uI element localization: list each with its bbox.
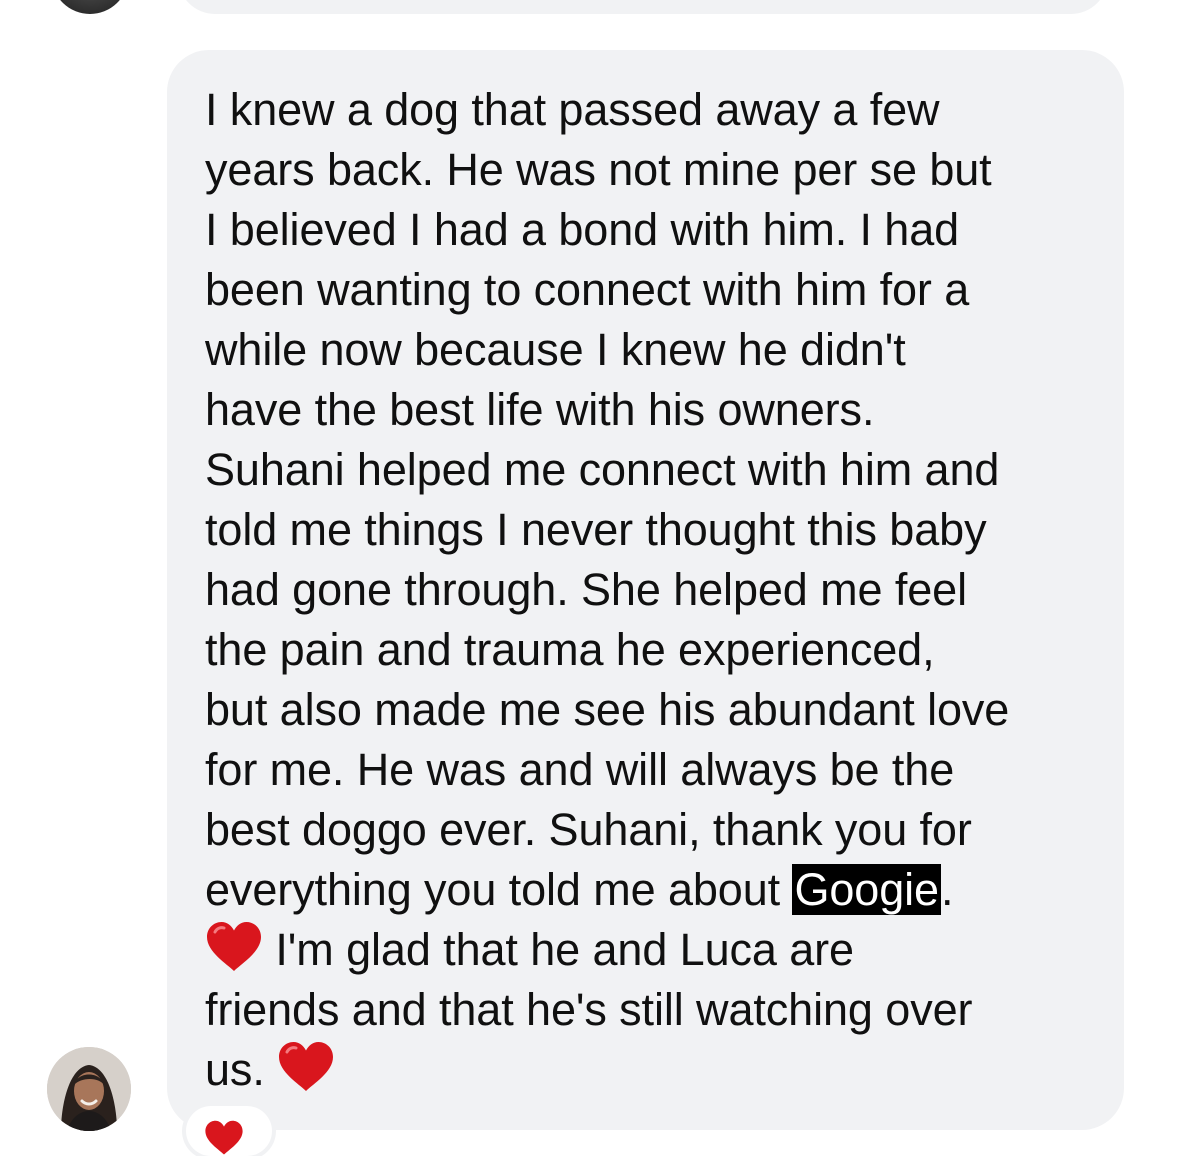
message-line: told me things I never thought this baby (205, 504, 987, 555)
message-line: everything you told me about Googie. (205, 860, 1105, 920)
message-line: while now because I knew he didn't (205, 324, 906, 375)
heart-icon (277, 1041, 335, 1093)
message-line: I believed I had a bond with him. I had (205, 204, 960, 255)
message-line: I'm glad that he and Luca are (205, 920, 1105, 980)
message-line: been wanting to connect with him for a (205, 264, 970, 315)
message-line: but also made me see his abundant love (205, 684, 1010, 735)
message-bubble[interactable]: I knew a dog that passed away a few year… (167, 50, 1124, 1130)
previous-message-bubble[interactable] (178, 0, 1108, 14)
message-fragment: everything you told me about (205, 864, 793, 915)
message-fragment: . (940, 864, 954, 915)
heart-icon (205, 921, 263, 973)
previous-sender-avatar[interactable] (52, 0, 128, 14)
message-line: friends and that he's still watching ove… (205, 984, 973, 1035)
message-line: years back. He was not mine per se but (205, 144, 992, 195)
reaction-badge[interactable] (186, 1106, 272, 1156)
message-line: the pain and trauma he experienced, (205, 624, 935, 675)
message-fragment: us. (205, 1044, 278, 1095)
message-line: had gone through. She helped me feel (205, 564, 967, 615)
message-line: I knew a dog that passed away a few (205, 84, 940, 135)
message-line: have the best life with his owners. (205, 384, 875, 435)
message-line: for me. He was and will always be the (205, 744, 955, 795)
message-line: Suhani helped me connect with him and (205, 444, 1000, 495)
sender-avatar[interactable] (47, 1047, 131, 1131)
message-line: us. (205, 1040, 1105, 1100)
message-line: best doggo ever. Suhani, thank you for (205, 804, 972, 855)
heart-reaction-icon (205, 1120, 243, 1155)
message-fragment: I'm glad that he and Luca are (263, 924, 854, 975)
avatar-photo (47, 1047, 131, 1131)
message-text: I knew a dog that passed away a few year… (205, 80, 1105, 1100)
selected-text-highlight[interactable]: Googie (792, 864, 941, 915)
